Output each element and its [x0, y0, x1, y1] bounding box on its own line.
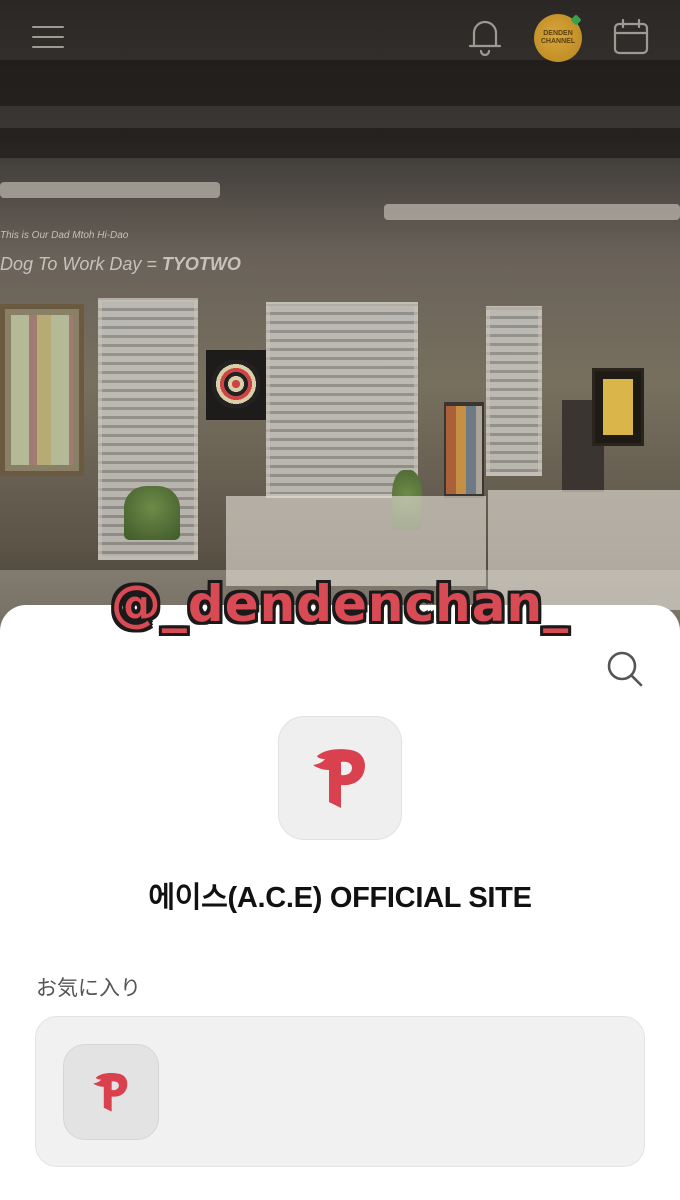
- p-brand-logo-icon: [313, 749, 365, 808]
- watermark-text: @_dendenchan_: [110, 575, 570, 633]
- profile-avatar[interactable]: DENDEN CHANNEL: [534, 14, 582, 62]
- bell-icon[interactable]: [466, 16, 504, 57]
- shelf-items: [446, 406, 482, 494]
- ceiling-light: [0, 182, 220, 198]
- site-logo[interactable]: [278, 716, 402, 840]
- plant: [124, 486, 180, 540]
- p-brand-logo-icon: [93, 1073, 128, 1112]
- hero-background-image: This is Our Dad Mtoh Hi-Dao Dog To Work …: [0, 0, 680, 640]
- site-title: 에이스(A.C.E) OFFICIAL SITE: [148, 882, 532, 914]
- picture-frame: [592, 368, 644, 446]
- avatar-text: DENDEN CHANNEL: [540, 30, 576, 45]
- avatar-badge-icon: [570, 14, 582, 26]
- dartboard: [206, 350, 266, 420]
- window-blinds: [486, 306, 542, 476]
- calendar-icon[interactable]: [612, 18, 650, 56]
- hamburger-menu-icon[interactable]: [32, 24, 64, 50]
- wall-text: This is Our Dad Mtoh Hi-Dao: [0, 230, 129, 241]
- wall-text: Dog To Work Day = TYOTWO: [0, 254, 241, 274]
- favorite-site-item[interactable]: [63, 1044, 159, 1140]
- search-icon[interactable]: [604, 648, 644, 688]
- favorites-label: お気に入り: [36, 976, 141, 1000]
- bulletin-board: [0, 304, 84, 476]
- ceiling-light: [384, 204, 680, 220]
- ceiling-beam: [0, 128, 680, 158]
- favorites-card: [35, 1016, 645, 1167]
- window-blinds: [266, 302, 418, 498]
- top-bar: DENDEN CHANNEL: [0, 0, 680, 80]
